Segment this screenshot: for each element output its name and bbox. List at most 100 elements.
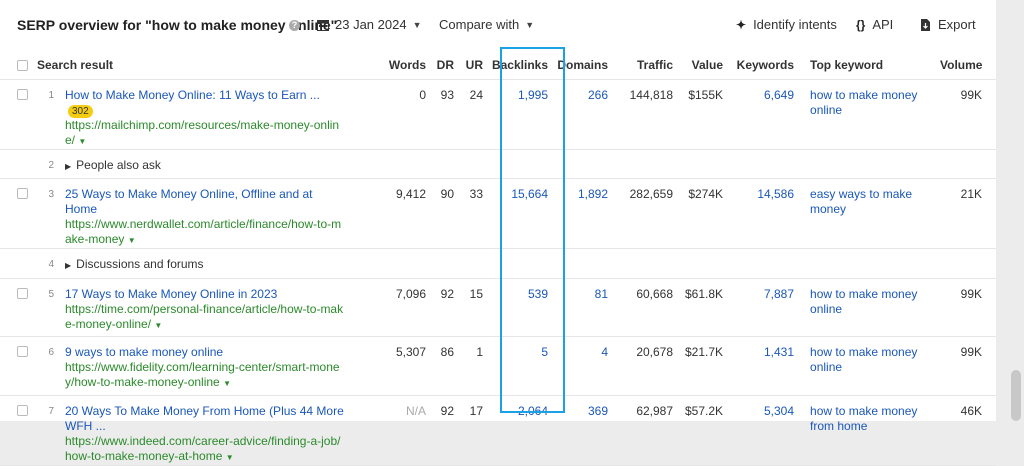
domains-link[interactable]: 81: [556, 278, 617, 337]
col-backlinks[interactable]: Backlinks: [491, 51, 557, 80]
backlinks-link[interactable]: 5: [491, 336, 557, 396]
compare-with-dropdown[interactable]: Compare with ▼: [439, 17, 534, 32]
words-value: 5,307: [356, 336, 435, 396]
result-url-link[interactable]: https://time.com/personal-finance/articl…: [65, 302, 343, 331]
caret-down-icon[interactable]: ▼: [223, 379, 231, 388]
date-selector[interactable]: 23 Jan 2024 ▼: [317, 17, 422, 32]
traffic-value: 60,668: [616, 278, 682, 337]
volume-value: 99K: [940, 278, 997, 337]
result-url-link[interactable]: https://www.nerdwallet.com/article/finan…: [65, 217, 341, 246]
backlinks-link[interactable]: 2,064: [491, 395, 557, 466]
caret-down-icon[interactable]: ▼: [78, 137, 86, 146]
dr-value: 86: [434, 336, 463, 396]
serp-table: Search result Words DR UR Backlinks Doma…: [0, 51, 997, 466]
result-title-link[interactable]: How to Make Money Online: 11 Ways to Ear…: [65, 88, 320, 102]
volume-value: 21K: [940, 178, 997, 249]
chevron-down-icon: ▼: [412, 19, 422, 30]
caret-down-icon[interactable]: ▼: [128, 236, 136, 245]
result-url-link[interactable]: https://www.indeed.com/career-advice/fin…: [65, 434, 340, 463]
expand-arrow-icon: ▶: [65, 261, 72, 270]
row-checkbox[interactable]: [17, 188, 28, 199]
table-row: 4 ▶ Discussions and forums: [0, 248, 997, 279]
dr-value: 90: [434, 178, 463, 249]
caret-down-icon[interactable]: ▼: [154, 321, 162, 330]
row-checkbox[interactable]: [17, 346, 28, 357]
table-row: 5 17 Ways to Make Money Online in 2023 h…: [0, 278, 997, 337]
words-value: N/A: [356, 395, 435, 466]
people-also-ask-toggle[interactable]: ▶ People also ask: [60, 149, 997, 179]
discussions-forums-toggle[interactable]: ▶ Discussions and forums: [60, 248, 997, 279]
row-number: 6: [37, 336, 60, 396]
value-value: $274K: [681, 178, 732, 249]
result-title-link[interactable]: 20 Ways To Make Money From Home (Plus 44…: [65, 404, 344, 433]
api-button[interactable]: {} API: [856, 17, 893, 32]
calendar-icon: [317, 19, 329, 31]
top-keyword-link[interactable]: how to make money online: [802, 79, 941, 150]
identify-intents-label: Identify intents: [753, 17, 837, 32]
col-search-result[interactable]: Search result: [37, 51, 357, 80]
keywords-link[interactable]: 6,649: [731, 79, 803, 150]
table-row: 3 25 Ways to Make Money Online, Offline …: [0, 178, 997, 249]
words-value: 9,412: [356, 178, 435, 249]
date-label: 23 Jan 2024: [335, 17, 407, 32]
ur-value: 24: [462, 79, 492, 150]
traffic-value: 144,818: [616, 79, 682, 150]
traffic-value: 62,987: [616, 395, 682, 466]
keywords-link[interactable]: 5,304: [731, 395, 803, 466]
col-volume[interactable]: Volume: [940, 51, 997, 80]
result-title-link[interactable]: 9 ways to make money online: [65, 345, 223, 359]
top-keyword-link[interactable]: easy ways to make money: [802, 178, 941, 249]
backlinks-link[interactable]: 15,664: [491, 178, 557, 249]
col-words[interactable]: Words: [356, 51, 435, 80]
backlinks-link[interactable]: 539: [491, 278, 557, 337]
col-domains[interactable]: Domains: [556, 51, 617, 80]
row-checkbox[interactable]: [17, 405, 28, 416]
col-top-keyword[interactable]: Top keyword: [802, 51, 941, 80]
select-all-checkbox[interactable]: [17, 59, 28, 71]
ur-value: 33: [462, 178, 492, 249]
domains-link[interactable]: 369: [556, 395, 617, 466]
toolbar: SERP overview for "how to make money onl…: [0, 0, 996, 50]
domains-link[interactable]: 1,892: [556, 178, 617, 249]
result-url-link[interactable]: https://www.fidelity.com/learning-center…: [65, 360, 340, 389]
col-traffic[interactable]: Traffic: [616, 51, 682, 80]
top-keyword-link[interactable]: how to make money online: [802, 278, 941, 337]
traffic-value: 20,678: [616, 336, 682, 396]
export-button[interactable]: Export: [920, 17, 976, 32]
keywords-link[interactable]: 1,431: [731, 336, 803, 396]
dr-value: 92: [434, 395, 463, 466]
identify-intents-button[interactable]: ✦ Identify intents: [736, 17, 837, 32]
compare-label: Compare with: [439, 17, 520, 32]
ur-value: 1: [462, 336, 492, 396]
serp-feature-label: Discussions and forums: [76, 257, 204, 271]
top-keyword-link[interactable]: how to make money online: [802, 336, 941, 396]
scrollbar-thumb[interactable]: [1011, 370, 1021, 421]
domains-link[interactable]: 266: [556, 79, 617, 150]
value-value: $155K: [681, 79, 732, 150]
words-value: 0: [356, 79, 435, 150]
api-label: API: [872, 17, 894, 32]
ur-value: 17: [462, 395, 492, 466]
status-badge: 302: [68, 105, 93, 118]
col-ur[interactable]: UR: [462, 51, 492, 80]
caret-down-icon[interactable]: ▼: [226, 453, 234, 462]
domains-link[interactable]: 4: [556, 336, 617, 396]
col-dr[interactable]: DR: [434, 51, 463, 80]
result-url-link[interactable]: https://mailchimp.com/resources/make-mon…: [65, 118, 339, 147]
col-value[interactable]: Value: [681, 51, 732, 80]
backlinks-link[interactable]: 1,995: [491, 79, 557, 150]
keywords-link[interactable]: 14,586: [731, 178, 803, 249]
row-checkbox[interactable]: [17, 288, 28, 299]
result-title-link[interactable]: 17 Ways to Make Money Online in 2023: [65, 287, 277, 301]
scrollbar-track[interactable]: [1008, 0, 1024, 421]
row-checkbox[interactable]: [17, 89, 28, 100]
keywords-link[interactable]: 7,887: [731, 278, 803, 337]
help-icon[interactable]: ?: [289, 20, 300, 31]
top-keyword-link[interactable]: how to make money from home: [802, 395, 941, 466]
select-all-checkbox-cell[interactable]: [0, 51, 37, 80]
col-keywords[interactable]: Keywords: [731, 51, 803, 80]
volume-value: 46K: [940, 395, 997, 466]
value-value: $61.8K: [681, 278, 732, 337]
result-title-link[interactable]: 25 Ways to Make Money Online, Offline an…: [65, 187, 312, 216]
export-label: Export: [938, 17, 976, 32]
